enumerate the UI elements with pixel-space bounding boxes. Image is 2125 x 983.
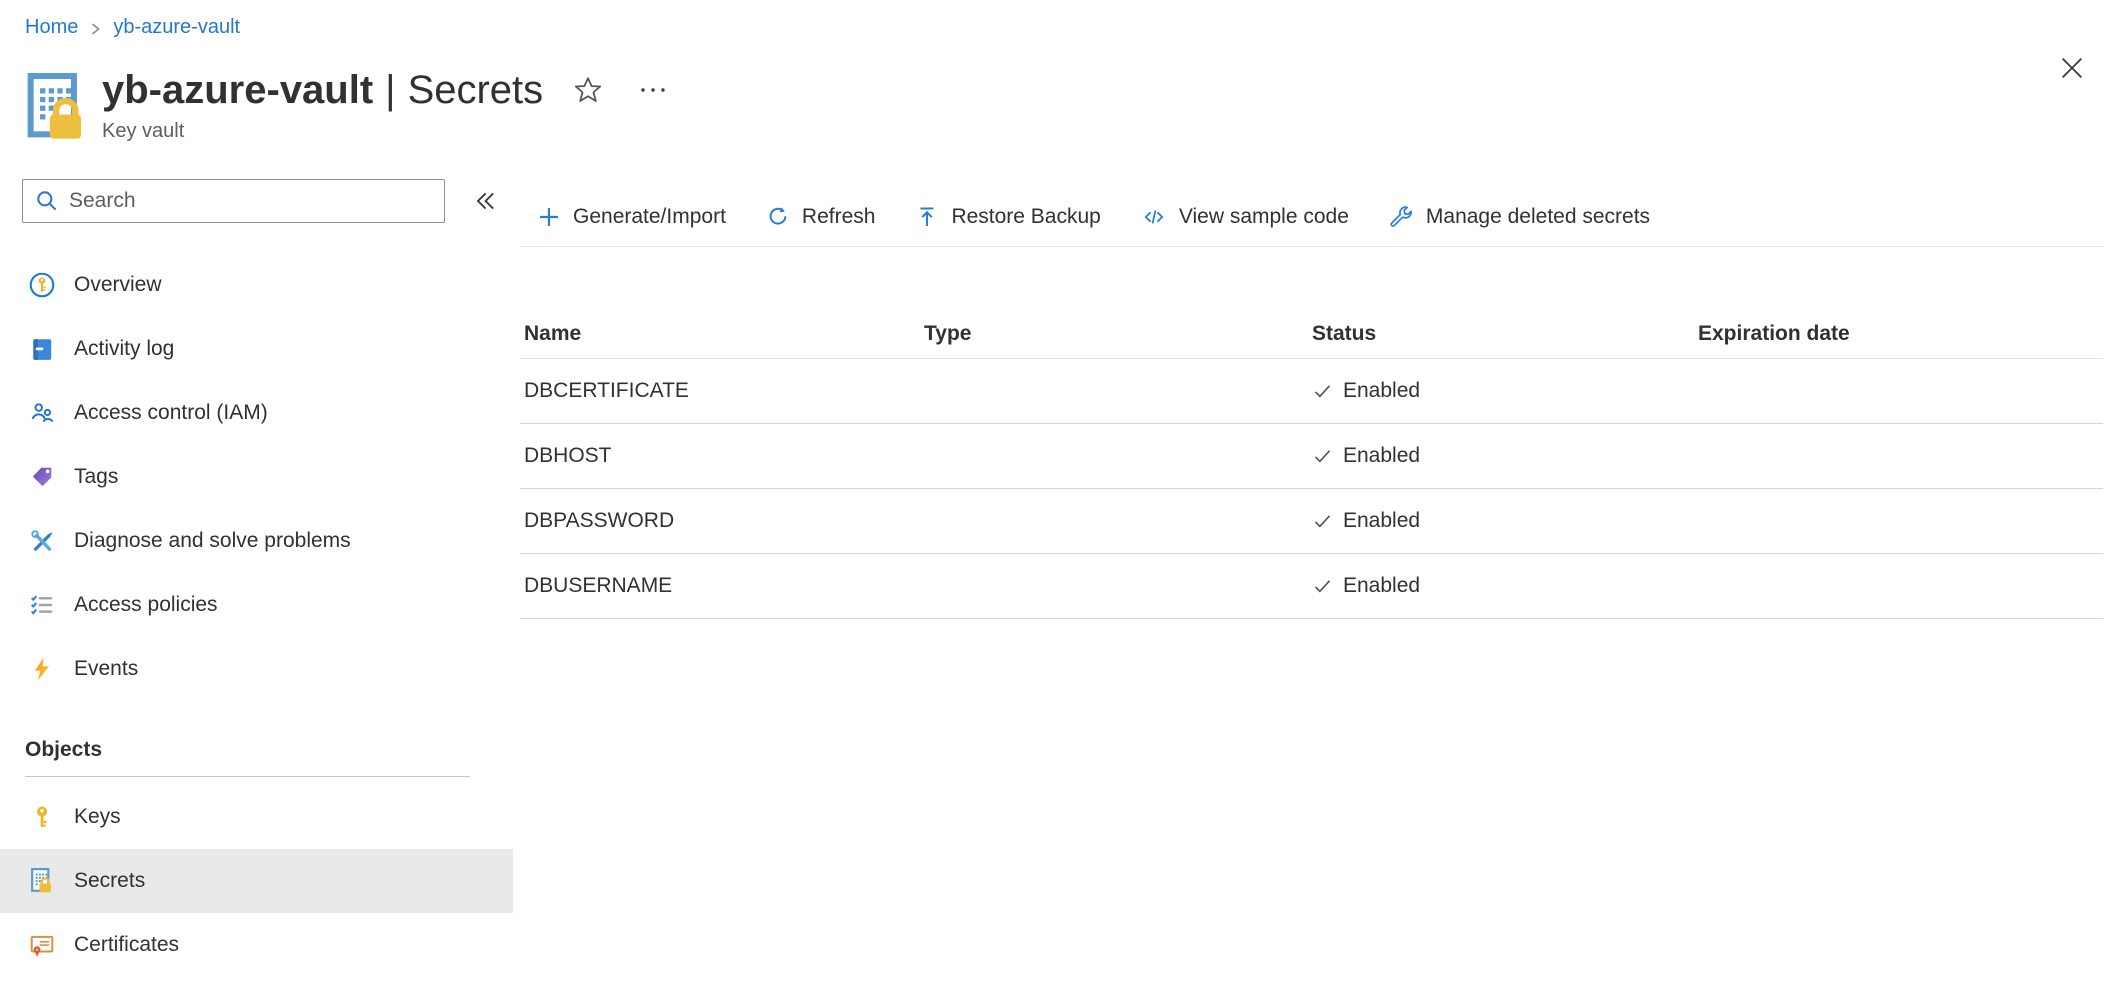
- status-label: Enabled: [1343, 444, 1420, 468]
- page-title-primary: yb-azure-vault: [102, 68, 373, 112]
- status-badge: Enabled: [1312, 444, 1698, 468]
- status-badge: Enabled: [1312, 379, 1698, 403]
- manage-deleted-secrets-button[interactable]: Manage deleted secrets: [1389, 205, 1650, 230]
- page-title: yb-azure-vault | Secrets: [102, 67, 543, 113]
- table-row[interactable]: DBCERTIFICATE Enabled: [520, 359, 2103, 424]
- sidebar-item-label: Overview: [74, 273, 162, 297]
- sidebar-item-label: Tags: [74, 465, 118, 489]
- table-row[interactable]: DBPASSWORD Enabled: [520, 489, 2103, 554]
- secrets-blade-content: Generate/Import Refresh Restore Backup: [520, 179, 2125, 977]
- toolbar-button-label: Manage deleted secrets: [1426, 205, 1650, 229]
- star-icon: [573, 75, 603, 105]
- code-icon: [1141, 205, 1167, 229]
- status-label: Enabled: [1343, 509, 1420, 533]
- refresh-icon: [766, 205, 790, 229]
- check-icon: [1312, 511, 1333, 532]
- sidebar-item-overview[interactable]: Overview: [0, 253, 513, 317]
- certificate-icon: [29, 932, 55, 958]
- page-title-separator: |: [385, 68, 395, 112]
- breadcrumb-link-vault[interactable]: yb-azure-vault: [113, 16, 240, 39]
- key-icon: [29, 804, 55, 830]
- blade-menu: Overview Activity log: [0, 179, 520, 977]
- secret-name: DBCERTIFICATE: [524, 379, 924, 403]
- secret-name: DBPASSWORD: [524, 509, 924, 533]
- secret-name: DBUSERNAME: [524, 574, 924, 598]
- breadcrumb: Home yb-azure-vault: [0, 0, 2125, 39]
- ellipsis-icon: [639, 85, 667, 95]
- resource-type-label: Key vault: [102, 120, 671, 143]
- sidebar-item-label: Diagnose and solve problems: [74, 529, 351, 553]
- status-label: Enabled: [1343, 574, 1420, 598]
- generate-import-button[interactable]: Generate/Import: [537, 205, 726, 229]
- status-label: Enabled: [1343, 379, 1420, 403]
- double-chevron-left-icon: [471, 187, 499, 215]
- close-blade-button[interactable]: [2053, 49, 2091, 87]
- check-icon: [1312, 381, 1333, 402]
- sidebar-item-access-control-iam[interactable]: Access control (IAM): [0, 381, 513, 445]
- toolbar-button-label: Generate/Import: [573, 205, 726, 229]
- restore-backup-button[interactable]: Restore Backup: [915, 205, 1100, 229]
- sidebar-item-diagnose[interactable]: Diagnose and solve problems: [0, 509, 513, 573]
- command-bar-divider: [520, 246, 2103, 247]
- command-bar: Generate/Import Refresh Restore Backup: [520, 195, 2125, 239]
- lightning-icon: [29, 656, 55, 682]
- column-header-name: Name: [524, 322, 924, 346]
- tag-icon: [29, 464, 55, 490]
- check-icon: [1312, 576, 1333, 597]
- status-badge: Enabled: [1312, 509, 1698, 533]
- sidebar-item-certificates[interactable]: Certificates: [0, 913, 513, 977]
- column-header-type: Type: [924, 322, 1312, 346]
- table-row[interactable]: DBHOST Enabled: [520, 424, 2103, 489]
- plus-icon: [537, 205, 561, 229]
- sidebar-item-label: Certificates: [74, 933, 179, 957]
- sidebar-item-secrets[interactable]: Secrets: [0, 849, 513, 913]
- checklist-icon: [29, 592, 55, 618]
- sidebar-item-label: Secrets: [74, 869, 145, 893]
- favorite-button[interactable]: [569, 71, 607, 109]
- table-row[interactable]: DBUSERNAME Enabled: [520, 554, 2103, 619]
- activity-log-icon: [29, 336, 55, 362]
- key-vault-icon: [25, 69, 89, 147]
- overview-key-icon: [29, 272, 55, 298]
- table-header-row: Name Type Status Expiration date: [520, 309, 2103, 359]
- secret-name: DBHOST: [524, 444, 924, 468]
- sidebar-item-label: Events: [74, 657, 138, 681]
- column-header-expiration: Expiration date: [1698, 322, 2103, 346]
- page-title-secondary: Secrets: [408, 68, 544, 112]
- more-actions-button[interactable]: [635, 81, 671, 99]
- secrets-table: Name Type Status Expiration date DBCERTI…: [520, 309, 2125, 619]
- restore-backup-icon: [915, 205, 939, 229]
- sidebar-item-access-policies[interactable]: Access policies: [0, 573, 513, 637]
- sidebar-item-label: Keys: [74, 805, 121, 829]
- sidebar-item-label: Access policies: [74, 593, 218, 617]
- close-icon: [2057, 53, 2087, 83]
- check-icon: [1312, 446, 1333, 467]
- sidebar-item-label: Activity log: [74, 337, 174, 361]
- tools-icon: [29, 528, 55, 554]
- collapse-menu-button[interactable]: [467, 183, 503, 219]
- sidebar-item-tags[interactable]: Tags: [0, 445, 513, 509]
- search-icon: [34, 188, 60, 219]
- wrench-icon: [1389, 205, 1414, 230]
- sidebar-section-objects: Objects: [25, 725, 470, 777]
- sidebar-item-activity-log[interactable]: Activity log: [0, 317, 513, 381]
- blade-header: yb-azure-vault | Secrets Key vault: [25, 67, 2101, 147]
- search-input[interactable]: [22, 179, 445, 223]
- refresh-button[interactable]: Refresh: [766, 205, 876, 229]
- view-sample-code-button[interactable]: View sample code: [1141, 205, 1349, 229]
- sidebar-item-events[interactable]: Events: [0, 637, 513, 701]
- chevron-right-icon: [89, 20, 102, 38]
- toolbar-button-label: View sample code: [1179, 205, 1349, 229]
- sidebar-item-label: Access control (IAM): [74, 401, 268, 425]
- toolbar-button-label: Restore Backup: [951, 205, 1100, 229]
- status-badge: Enabled: [1312, 574, 1698, 598]
- column-header-status: Status: [1312, 322, 1698, 346]
- breadcrumb-link-home[interactable]: Home: [25, 16, 78, 39]
- secrets-lock-icon: [29, 868, 55, 894]
- toolbar-button-label: Refresh: [802, 205, 876, 229]
- people-icon: [29, 400, 55, 426]
- sidebar-item-keys[interactable]: Keys: [0, 785, 513, 849]
